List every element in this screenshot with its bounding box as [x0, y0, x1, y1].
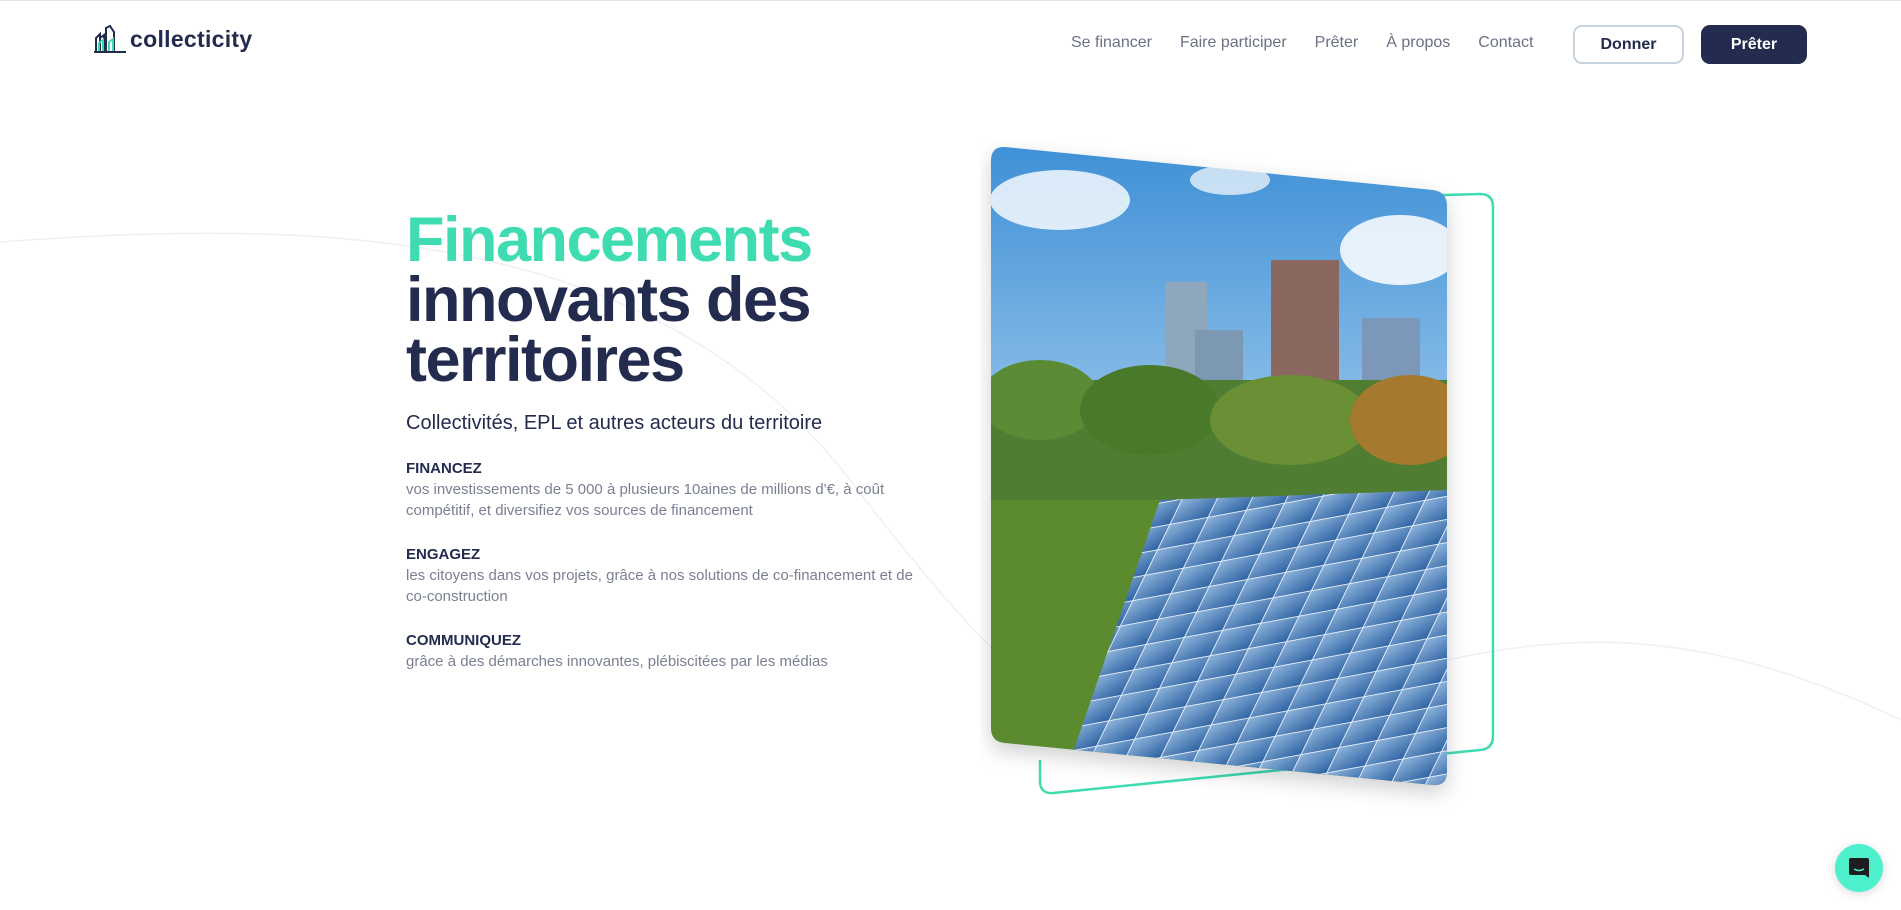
background-curve — [0, 232, 1901, 729]
hero-title: Financements innovants des territoires — [406, 205, 926, 395]
logo[interactable]: collecticity — [94, 24, 253, 54]
nav-preter[interactable]: Prêter — [1315, 34, 1359, 52]
hero: Financements innovants des territoires C… — [406, 205, 926, 672]
preter-button[interactable]: Prêter — [1701, 25, 1807, 64]
hero-image — [991, 146, 1495, 795]
feature-text: grâce à des démarches innovantes, plébis… — [406, 653, 828, 670]
nav-a-propos[interactable]: À propos — [1386, 34, 1450, 52]
nav-faire-participer[interactable]: Faire participer — [1180, 34, 1287, 52]
donner-button[interactable]: Donner — [1573, 25, 1684, 64]
chat-icon — [1849, 858, 1869, 878]
feature-communiquez: COMMUNIQUEZ grâce à des démarches innova… — [406, 631, 926, 672]
hero-title-accent: Financements — [406, 205, 813, 275]
chat-button[interactable] — [1835, 844, 1883, 892]
city-buildings-logo-icon — [94, 24, 126, 53]
hero-subtitle: Collectivités, EPL et autres acteurs du … — [406, 412, 823, 434]
main-nav: Se financer Faire participer Prêter À pr… — [1071, 34, 1533, 52]
feature-title: FINANCEZ — [406, 460, 482, 477]
brand-name: collecticity — [130, 25, 253, 52]
feature-financez: FINANCEZ vos investissements de 5 000 à … — [406, 459, 926, 521]
feature-text: les citoyens dans vos projets, grâce à n… — [406, 567, 913, 605]
nav-contact[interactable]: Contact — [1478, 34, 1533, 52]
feature-engagez: ENGAGEZ les citoyens dans vos projets, g… — [406, 545, 926, 607]
hero-title-line: territoires — [406, 325, 685, 395]
feature-title: ENGAGEZ — [406, 546, 481, 563]
hero-title-line: innovants des — [406, 265, 812, 335]
feature-title: COMMUNIQUEZ — [406, 632, 521, 649]
feature-text: vos investissements de 5 000 à plusieurs… — [406, 481, 885, 519]
nav-se-financer[interactable]: Se financer — [1071, 34, 1152, 52]
